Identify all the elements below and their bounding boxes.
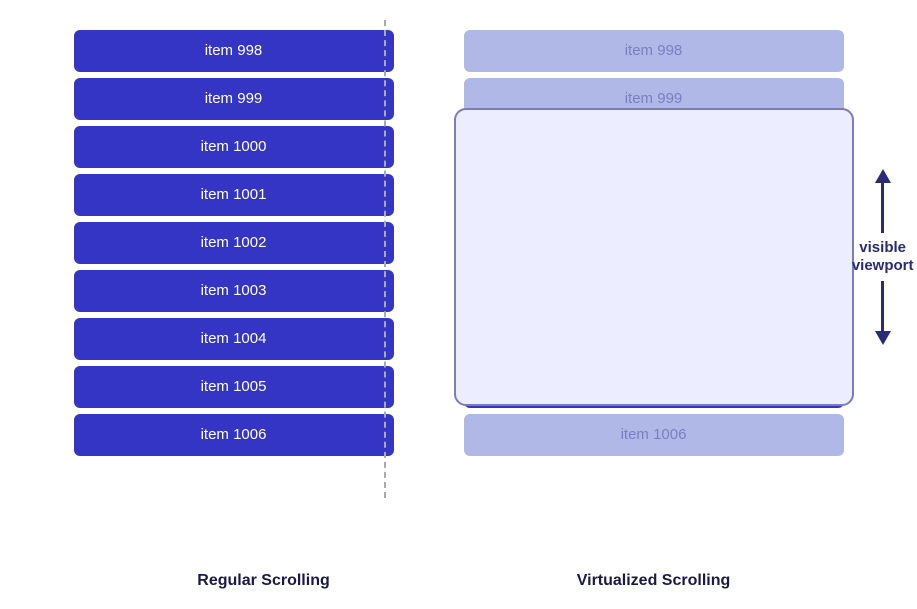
left-item-3: item 1001 (74, 174, 394, 216)
left-item-1: item 999 (74, 78, 394, 120)
left-item-6: item 1004 (74, 318, 394, 360)
left-column: item 998 item 999 item 1000 item 1001 item 1… (74, 20, 394, 456)
right-item-6: item 1004 (464, 318, 844, 360)
arrow-down-icon (875, 331, 891, 345)
right-item-8: item 1006 (464, 414, 844, 456)
right-item-7: item 1005 (464, 366, 844, 408)
left-item-4: item 1002 (74, 222, 394, 264)
viewport-label: visibleviewport (852, 108, 914, 406)
right-item-3: item 1001 (464, 174, 844, 216)
right-item-1: item 999 (464, 78, 844, 120)
right-item-5: item 1003 (464, 270, 844, 312)
left-item-8: item 1006 (74, 414, 394, 456)
left-column-label: Regular Scrolling (104, 572, 424, 590)
left-item-0: item 998 (74, 30, 394, 72)
arrow-shaft-top (881, 183, 884, 233)
left-item-7: item 1005 (74, 366, 394, 408)
columns-area: item 998 item 999 item 1000 item 1001 item 1… (29, 20, 889, 558)
right-column-label: Virtualized Scrolling (494, 572, 814, 590)
viewport-label-text: visibleviewport (852, 239, 914, 275)
diagram: item 998 item 999 item 1000 item 1001 item 1… (29, 20, 889, 590)
right-area: item 998 item 999 item 1000 item 1001 item 1… (464, 20, 844, 456)
right-item-0: item 998 (464, 30, 844, 72)
divider (384, 20, 386, 498)
arrow-shaft-bottom (881, 281, 884, 331)
arrow-group: visibleviewport (852, 169, 914, 345)
labels-row: Regular Scrolling Virtualized Scrolling (29, 572, 889, 590)
arrow-up-icon (875, 169, 891, 183)
left-item-2: item 1000 (74, 126, 394, 168)
right-item-4: item 1002 (464, 222, 844, 264)
left-item-5: item 1003 (74, 270, 394, 312)
right-item-2: item 1000 (464, 126, 844, 168)
